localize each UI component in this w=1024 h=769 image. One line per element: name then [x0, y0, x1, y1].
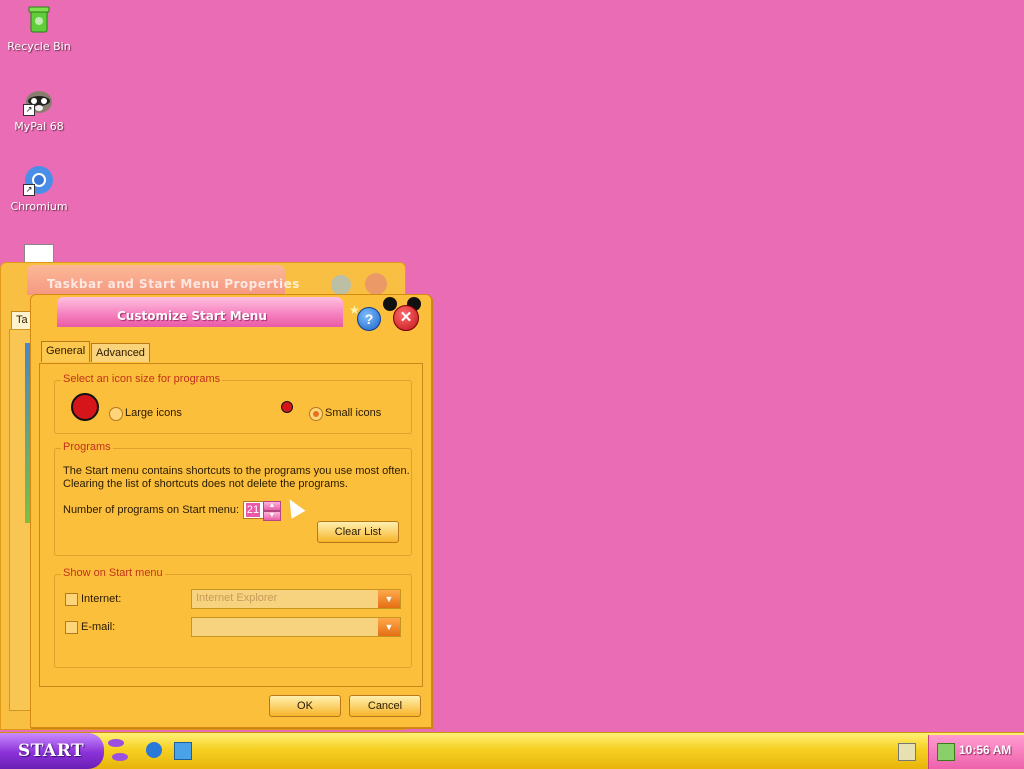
start-ornament-icon	[112, 753, 128, 761]
small-icons-label: Small icons	[325, 407, 382, 419]
back-close-icon[interactable]	[365, 273, 387, 295]
programs-count-label: Number of programs on Start menu:	[63, 504, 240, 516]
back-help-icon[interactable]	[331, 275, 351, 295]
internet-select-value: Internet Explorer	[196, 592, 278, 604]
desktop-icon-mypal[interactable]: ↗ MyPal 68	[0, 84, 78, 133]
programs-description: The Start menu contains shortcuts to the…	[63, 465, 410, 477]
programs-group-title: Programs	[61, 441, 113, 453]
help-button[interactable]: ?	[357, 307, 381, 331]
desktop-icon-label: Recycle Bin	[7, 40, 71, 53]
show-on-start-title: Show on Start menu	[61, 567, 165, 579]
recycle-bin-icon	[23, 4, 55, 36]
taskbar: START 10:56 AM	[0, 732, 1024, 769]
icon-size-group: Select an icon size for programs Large i…	[54, 373, 412, 434]
large-mickey-icon	[71, 393, 99, 421]
customize-start-menu-dialog: Customize Start Menu ★ ? ✕ General Advan…	[30, 294, 432, 728]
show-desktop-quicklaunch-icon[interactable]	[174, 742, 192, 760]
shortcut-arrow-icon: ↗	[23, 104, 35, 116]
spin-down-icon[interactable]: ▼	[263, 511, 281, 521]
dialog-title: Customize Start Menu	[117, 309, 267, 323]
close-button[interactable]: ✕	[393, 305, 419, 331]
email-select[interactable]: ▼	[191, 617, 401, 637]
back-tab-label: Ta	[16, 314, 28, 326]
programs-count-field[interactable]: 21	[243, 501, 265, 519]
desktop-icon-label: Chromium	[10, 200, 68, 213]
internet-select[interactable]: Internet Explorer ▼	[191, 589, 401, 609]
safely-remove-hardware-icon[interactable]	[898, 743, 916, 761]
programs-count-value: 21	[246, 503, 260, 517]
cancel-button[interactable]: Cancel	[349, 695, 421, 717]
large-icons-radio[interactable]	[109, 407, 123, 421]
ok-button[interactable]: OK	[269, 695, 341, 717]
clock[interactable]: 10:56 AM	[959, 743, 1011, 757]
small-icons-radio[interactable]	[309, 407, 323, 421]
chevron-down-icon[interactable]: ▼	[378, 590, 400, 608]
shortcut-arrow-icon: ↗	[23, 184, 35, 196]
tab-general[interactable]: General	[41, 341, 91, 362]
start-button[interactable]: START	[0, 733, 104, 769]
spin-up-icon[interactable]: ▲	[263, 501, 281, 511]
network-icon[interactable]	[937, 743, 955, 761]
large-icons-label: Large icons	[125, 407, 182, 419]
internet-label: Internet:	[81, 593, 122, 605]
chromium-icon: ↗	[23, 164, 55, 196]
programs-group: Programs The Start menu contains shortcu…	[54, 441, 412, 556]
internet-checkbox[interactable]	[65, 593, 78, 606]
desktop-icon-label: MyPal 68	[14, 120, 64, 133]
back-window-title: Taskbar and Start Menu Properties	[47, 277, 300, 291]
programs-count-stepper[interactable]: ▲ ▼	[263, 501, 281, 521]
desktop-icon-recycle-bin[interactable]: Recycle Bin	[0, 4, 78, 53]
show-on-start-group: Show on Start menu Internet: Internet Ex…	[54, 567, 412, 668]
chevron-down-icon[interactable]: ▼	[378, 618, 400, 636]
tab-advanced[interactable]: Advanced	[91, 343, 150, 362]
clear-list-button[interactable]: Clear List	[317, 521, 399, 543]
start-ornament-icon	[108, 739, 124, 747]
internet-explorer-quicklaunch-icon[interactable]	[146, 742, 162, 758]
small-mickey-icon	[281, 401, 293, 413]
icon-size-group-title: Select an icon size for programs	[61, 373, 223, 385]
system-tray: 10:56 AM	[928, 735, 1024, 769]
email-checkbox[interactable]	[65, 621, 78, 634]
raccoon-icon: ↗	[23, 84, 55, 116]
programs-description-2: Clearing the list of shortcuts does not …	[63, 478, 348, 490]
tab-panel-general: Select an icon size for programs Large i…	[39, 363, 423, 687]
email-label: E-mail:	[81, 621, 116, 633]
desktop-icon-chromium[interactable]: ↗ Chromium	[0, 164, 78, 213]
